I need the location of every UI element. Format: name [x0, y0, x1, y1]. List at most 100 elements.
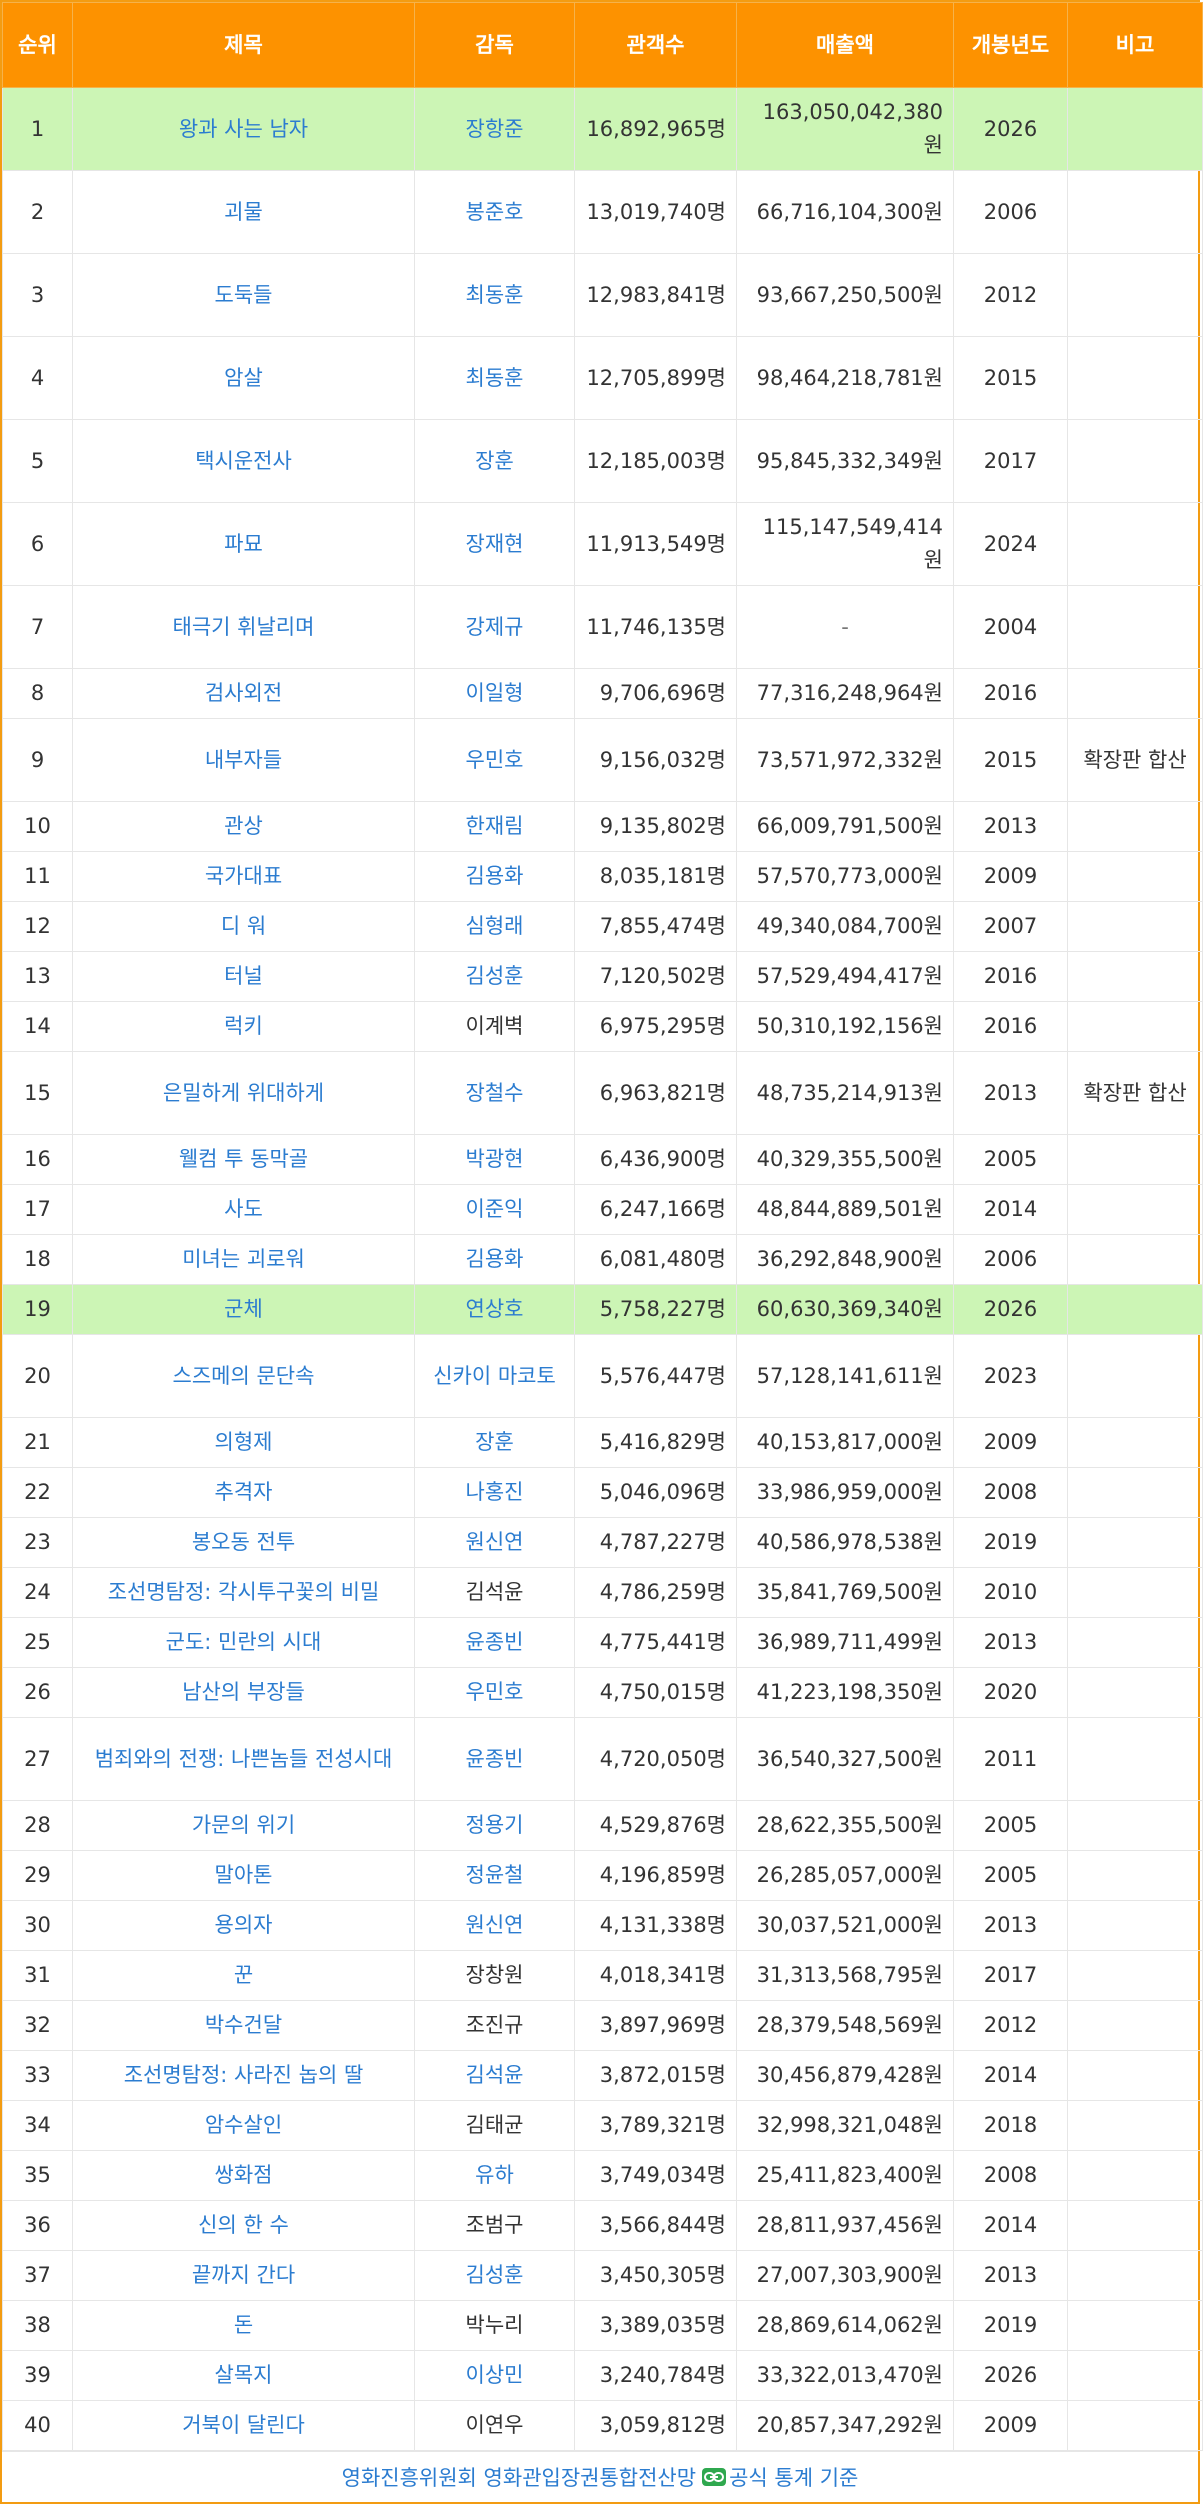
title-link[interactable]: 웰컴 투 동막골	[72, 1134, 415, 1185]
director-cell[interactable]: 강제규	[414, 585, 575, 669]
title-link[interactable]: 미녀는 괴로워	[72, 1234, 415, 1285]
title-link[interactable]: 괴물	[72, 170, 415, 254]
note-cell	[1067, 1850, 1203, 1901]
title-link[interactable]: 조선명탐정: 각시투구꽃의 비밀	[72, 1567, 415, 1618]
title-link[interactable]: 쌍화점	[72, 2150, 415, 2201]
title-link[interactable]: 내부자들	[72, 718, 415, 802]
director-cell[interactable]: 박광현	[414, 1134, 575, 1185]
audience-cell: 9,156,032명	[574, 718, 737, 802]
title-link[interactable]: 용의자	[72, 1900, 415, 1951]
title-link[interactable]: 터널	[72, 951, 415, 1002]
title-link[interactable]: 사도	[72, 1184, 415, 1235]
director-cell[interactable]: 신카이 마코토	[414, 1334, 575, 1418]
year-cell: 2005	[953, 1800, 1068, 1851]
director-cell[interactable]: 장재현	[414, 502, 575, 586]
year-cell: 2012	[953, 253, 1068, 337]
year-cell: 2016	[953, 951, 1068, 1002]
director-cell[interactable]: 이일형	[414, 668, 575, 719]
note-cell	[1067, 2300, 1203, 2351]
title-link[interactable]: 태극기 휘날리며	[72, 585, 415, 669]
title-link[interactable]: 왕과 사는 남자	[72, 87, 415, 171]
audience-cell: 6,436,900명	[574, 1134, 737, 1185]
title-link[interactable]: 조선명탐정: 사라진 놉의 딸	[72, 2050, 415, 2101]
director-cell[interactable]: 봉준호	[414, 170, 575, 254]
source-org[interactable]: 영화진흥위원회 영화관입장권통합전산망	[342, 2462, 696, 2492]
director-cell[interactable]: 장항준	[414, 87, 575, 171]
director-cell[interactable]: 최동훈	[414, 336, 575, 420]
director-cell[interactable]: 심형래	[414, 901, 575, 952]
title-link[interactable]: 봉오동 전투	[72, 1517, 415, 1568]
title-link[interactable]: 거북이 달린다	[72, 2400, 415, 2451]
rank-cell: 11	[2, 851, 73, 902]
title-link[interactable]: 살목지	[72, 2350, 415, 2401]
director-cell[interactable]: 김성훈	[414, 951, 575, 1002]
director-cell[interactable]: 정윤철	[414, 1850, 575, 1901]
title-link[interactable]: 럭키	[72, 1001, 415, 1052]
director-cell[interactable]: 김용화	[414, 851, 575, 902]
audience-cell: 5,576,447명	[574, 1334, 737, 1418]
director-cell[interactable]: 이준익	[414, 1184, 575, 1235]
year-cell: 2012	[953, 2000, 1068, 2051]
director-cell[interactable]: 장훈	[414, 419, 575, 503]
title-link[interactable]: 꾼	[72, 1950, 415, 2001]
director-cell[interactable]: 김석윤	[414, 2050, 575, 2101]
director-cell[interactable]: 원신연	[414, 1900, 575, 1951]
table-body: 1 왕과 사는 남자 장항준 16,892,965명 163,050,042,380원 2…	[2, 87, 1203, 2451]
director-cell[interactable]: 연상호	[414, 1284, 575, 1335]
year-cell: 2013	[953, 801, 1068, 852]
title-link[interactable]: 암살	[72, 336, 415, 420]
director-cell[interactable]: 윤종빈	[414, 1617, 575, 1668]
title-link[interactable]: 도둑들	[72, 253, 415, 337]
rank-cell: 22	[2, 1467, 73, 1518]
title-link[interactable]: 디 워	[72, 901, 415, 952]
rank-cell: 29	[2, 1850, 73, 1901]
title-link[interactable]: 범죄와의 전쟁: 나쁜놈들 전성시대	[72, 1717, 415, 1801]
title-link[interactable]: 신의 한 수	[72, 2200, 415, 2251]
title-link[interactable]: 검사외전	[72, 668, 415, 719]
director-cell[interactable]: 김용화	[414, 1234, 575, 1285]
table-row: 23 봉오동 전투 원신연 4,787,227명 40,586,978,538원 2019	[2, 1517, 1203, 1568]
director-cell[interactable]: 최동훈	[414, 253, 575, 337]
rank-cell: 5	[2, 419, 73, 503]
director-cell[interactable]: 김성훈	[414, 2250, 575, 2301]
title-link[interactable]: 끝까지 간다	[72, 2250, 415, 2301]
table-row: 18 미녀는 괴로워 김용화 6,081,480명 36,292,848,900원 200…	[2, 1234, 1203, 1285]
title-link[interactable]: 은밀하게 위대하게	[72, 1051, 415, 1135]
audience-cell: 4,018,341명	[574, 1950, 737, 2001]
director-cell[interactable]: 원신연	[414, 1517, 575, 1568]
director-cell[interactable]: 이상민	[414, 2350, 575, 2401]
title-link[interactable]: 택시운전사	[72, 419, 415, 503]
title-link[interactable]: 관상	[72, 801, 415, 852]
year-cell: 2013	[953, 1617, 1068, 1668]
director-cell[interactable]: 유하	[414, 2150, 575, 2201]
title-link[interactable]: 파묘	[72, 502, 415, 586]
title-link[interactable]: 박수건달	[72, 2000, 415, 2051]
title-link[interactable]: 가문의 위기	[72, 1800, 415, 1851]
audience-cell: 16,892,965명	[574, 87, 737, 171]
director-cell[interactable]: 우민호	[414, 1667, 575, 1718]
director-cell[interactable]: 윤종빈	[414, 1717, 575, 1801]
director-cell[interactable]: 나홍진	[414, 1467, 575, 1518]
director-cell[interactable]: 장훈	[414, 1417, 575, 1468]
title-link[interactable]: 스즈메의 문단속	[72, 1334, 415, 1418]
director-cell[interactable]: 한재림	[414, 801, 575, 852]
title-link[interactable]: 돈	[72, 2300, 415, 2351]
revenue-cell: 36,540,327,500원	[736, 1717, 954, 1801]
title-link[interactable]: 국가대표	[72, 851, 415, 902]
director-cell[interactable]: 정용기	[414, 1800, 575, 1851]
rank-cell: 32	[2, 2000, 73, 2051]
title-link[interactable]: 군도: 민란의 시대	[72, 1617, 415, 1668]
title-link[interactable]: 추격자	[72, 1467, 415, 1518]
title-link[interactable]: 군체	[72, 1284, 415, 1335]
year-cell: 2016	[953, 1001, 1068, 1052]
director-cell[interactable]: 우민호	[414, 718, 575, 802]
title-link[interactable]: 의형제	[72, 1417, 415, 1468]
title-link[interactable]: 남산의 부장들	[72, 1667, 415, 1718]
table-row: 21 의형제 장훈 5,416,829명 40,153,817,000원 2009	[2, 1417, 1203, 1468]
official-stats-link[interactable]: 공식 통계 기준	[702, 2462, 858, 2492]
year-cell: 2014	[953, 1184, 1068, 1235]
director-cell[interactable]: 장철수	[414, 1051, 575, 1135]
year-cell: 2026	[953, 2350, 1068, 2401]
title-link[interactable]: 암수살인	[72, 2100, 415, 2151]
title-link[interactable]: 말아톤	[72, 1850, 415, 1901]
